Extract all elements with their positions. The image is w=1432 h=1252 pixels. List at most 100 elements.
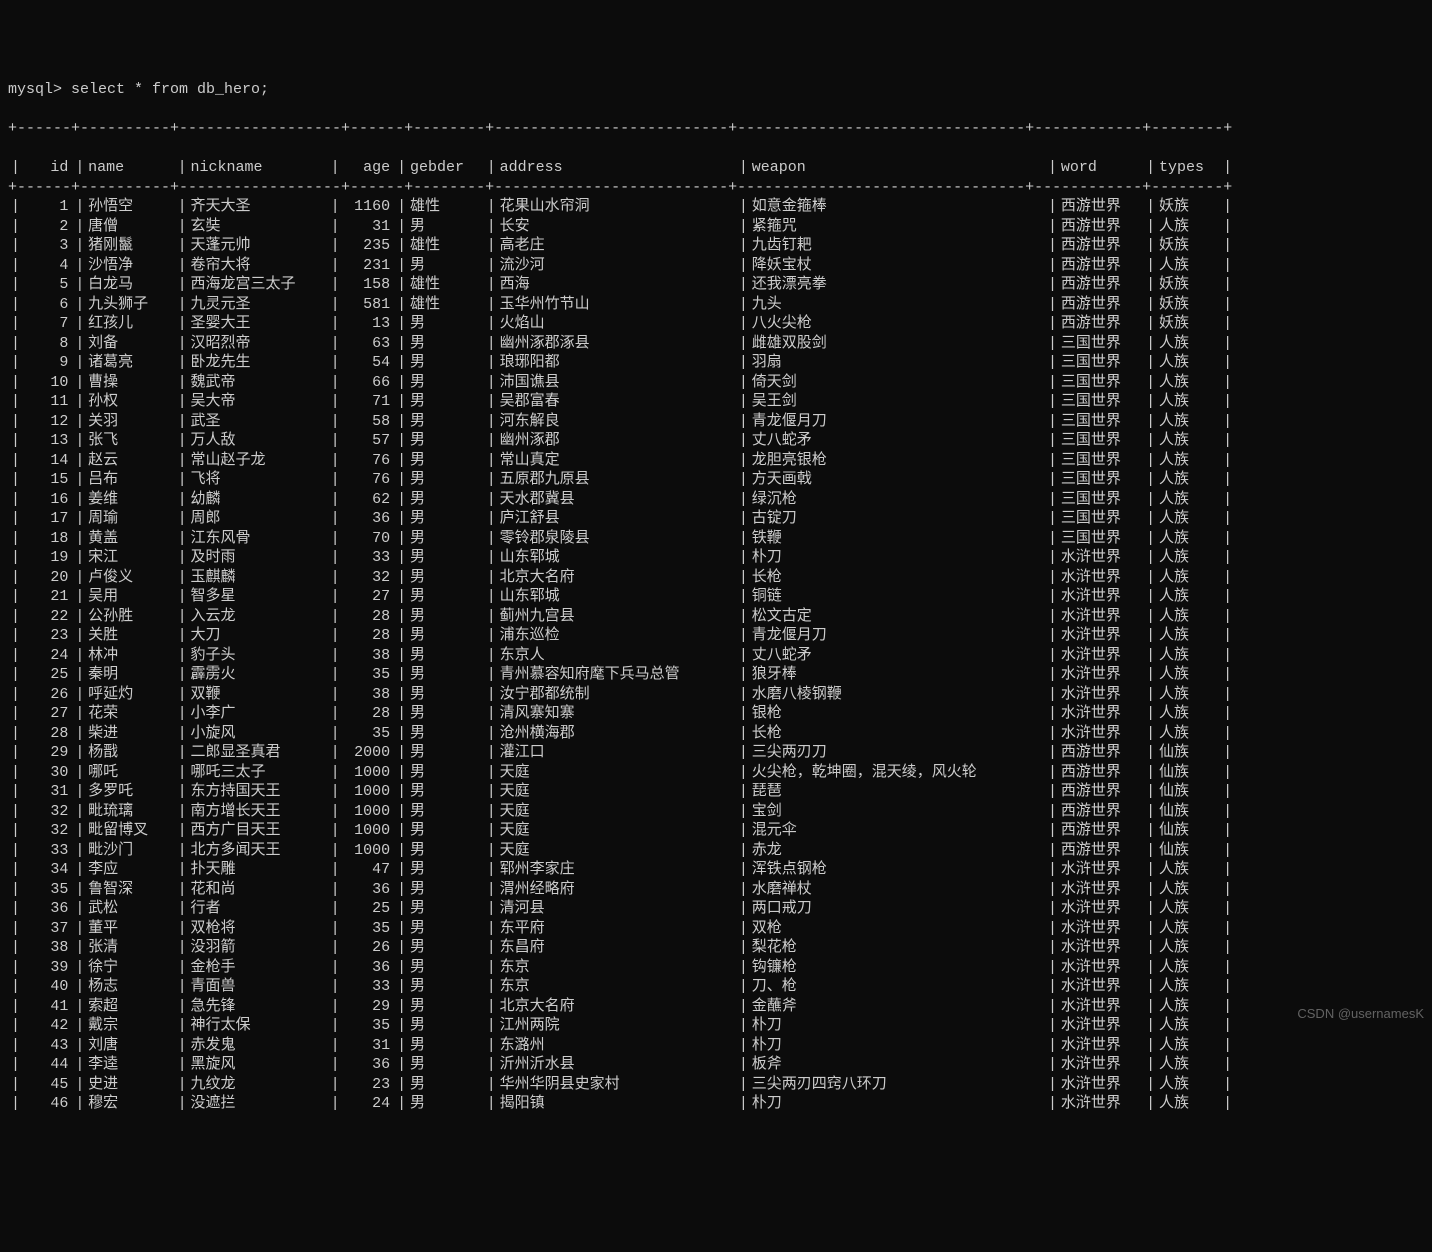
- cell-nickname: 双枪将: [191, 919, 328, 939]
- cell-address: 东京: [500, 977, 736, 997]
- pipe-separator: |: [1045, 977, 1061, 997]
- pipe-separator: |: [72, 1016, 88, 1036]
- cell-gebder: 男: [410, 1036, 484, 1056]
- pipe-separator: |: [394, 197, 410, 217]
- pipe-separator: |: [484, 1016, 500, 1036]
- pipe-separator: |: [8, 568, 24, 588]
- pipe-separator: |: [8, 724, 24, 744]
- cell-weapon: 火尖枪，乾坤圈，混天绫，风火轮: [752, 763, 1045, 783]
- cell-nickname: 智多星: [191, 587, 328, 607]
- pipe-separator: |: [1143, 802, 1159, 822]
- pipe-separator: |: [175, 431, 191, 451]
- pipe-separator: |: [175, 587, 191, 607]
- pipe-separator: |: [1143, 353, 1159, 373]
- cell-name: 宋江: [88, 548, 175, 568]
- pipe-separator: |: [8, 899, 24, 919]
- cell-nickname: 南方增长天王: [191, 802, 328, 822]
- cell-address: 幽州涿郡: [500, 431, 736, 451]
- pipe-separator: |: [1220, 1075, 1236, 1095]
- pipe-separator: |: [72, 977, 88, 997]
- cell-word: 水浒世界: [1061, 880, 1143, 900]
- pipe-separator: |: [394, 490, 410, 510]
- pipe-separator: |: [1045, 880, 1061, 900]
- cell-id: 2: [24, 217, 73, 237]
- cell-word: 水浒世界: [1061, 958, 1143, 978]
- pipe-separator: |: [1143, 275, 1159, 295]
- pipe-separator: |: [8, 646, 24, 666]
- cell-weapon: 松文古定: [752, 607, 1045, 627]
- cell-address: 五原郡九原县: [500, 470, 736, 490]
- pipe-separator: |: [736, 1075, 752, 1095]
- cell-types: 妖族: [1159, 295, 1220, 315]
- cell-id: 44: [24, 1055, 73, 1075]
- pipe-separator: |: [736, 295, 752, 315]
- col-header-weapon: weapon: [752, 158, 1045, 178]
- pipe-separator: |: [72, 685, 88, 705]
- pipe-separator: |: [484, 158, 500, 178]
- pipe-separator: |: [394, 958, 410, 978]
- cell-types: 人族: [1159, 568, 1220, 588]
- pipe-separator: |: [736, 353, 752, 373]
- cell-id: 6: [24, 295, 73, 315]
- cell-gebder: 雄性: [410, 197, 484, 217]
- pipe-separator: |: [8, 919, 24, 939]
- cell-id: 37: [24, 919, 73, 939]
- table-row: |33|毗沙门|北方多闻天王|1000|男|天庭|赤龙|西游世界|仙族|: [8, 841, 1236, 861]
- cell-types: 人族: [1159, 470, 1220, 490]
- cell-word: 西游世界: [1061, 236, 1143, 256]
- pipe-separator: |: [736, 275, 752, 295]
- pipe-separator: |: [1143, 919, 1159, 939]
- cell-id: 20: [24, 568, 73, 588]
- pipe-separator: |: [1045, 724, 1061, 744]
- pipe-separator: |: [736, 1036, 752, 1056]
- cell-word: 西游世界: [1061, 763, 1143, 783]
- pipe-separator: |: [1045, 938, 1061, 958]
- pipe-separator: |: [1045, 1036, 1061, 1056]
- cell-name: 索超: [88, 997, 175, 1017]
- cell-age: 31: [343, 217, 394, 237]
- pipe-separator: |: [72, 958, 88, 978]
- cell-types: 人族: [1159, 626, 1220, 646]
- cell-gebder: 雄性: [410, 295, 484, 315]
- pipe-separator: |: [394, 431, 410, 451]
- border-mid: +------+----------+------------------+--…: [8, 178, 1236, 198]
- pipe-separator: |: [72, 353, 88, 373]
- pipe-separator: |: [736, 490, 752, 510]
- cell-gebder: 男: [410, 412, 484, 432]
- cell-name: 鲁智深: [88, 880, 175, 900]
- pipe-separator: |: [736, 334, 752, 354]
- cell-address: 长安: [500, 217, 736, 237]
- cell-word: 西游世界: [1061, 802, 1143, 822]
- cell-address: 东京: [500, 958, 736, 978]
- pipe-separator: |: [175, 841, 191, 861]
- cell-name: 张飞: [88, 431, 175, 451]
- pipe-separator: |: [328, 841, 344, 861]
- table-row: |14|赵云|常山赵子龙|76|男|常山真定|龙胆亮银枪|三国世界|人族|: [8, 451, 1236, 471]
- pipe-separator: |: [1143, 724, 1159, 744]
- pipe-separator: |: [394, 1075, 410, 1095]
- pipe-separator: |: [736, 392, 752, 412]
- pipe-separator: |: [1045, 665, 1061, 685]
- pipe-separator: |: [1220, 899, 1236, 919]
- result-table: |id|name|nickname|age|gebder|address|wea…: [8, 158, 1236, 1114]
- pipe-separator: |: [484, 1036, 500, 1056]
- cell-gebder: 男: [410, 938, 484, 958]
- cell-weapon: 浑铁点钢枪: [752, 860, 1045, 880]
- cell-nickname: 行者: [191, 899, 328, 919]
- cell-types: 人族: [1159, 938, 1220, 958]
- cell-types: 人族: [1159, 587, 1220, 607]
- cell-types: 人族: [1159, 899, 1220, 919]
- pipe-separator: |: [736, 587, 752, 607]
- pipe-separator: |: [1143, 997, 1159, 1017]
- pipe-separator: |: [1220, 568, 1236, 588]
- pipe-separator: |: [484, 821, 500, 841]
- cell-age: 33: [343, 548, 394, 568]
- cell-nickname: 幼麟: [191, 490, 328, 510]
- pipe-separator: |: [8, 1055, 24, 1075]
- cell-types: 妖族: [1159, 236, 1220, 256]
- table-row: |16|姜维|幼麟|62|男|天水郡冀县|绿沉枪|三国世界|人族|: [8, 490, 1236, 510]
- pipe-separator: |: [1220, 1094, 1236, 1114]
- pipe-separator: |: [1045, 158, 1061, 178]
- pipe-separator: |: [8, 802, 24, 822]
- pipe-separator: |: [1220, 821, 1236, 841]
